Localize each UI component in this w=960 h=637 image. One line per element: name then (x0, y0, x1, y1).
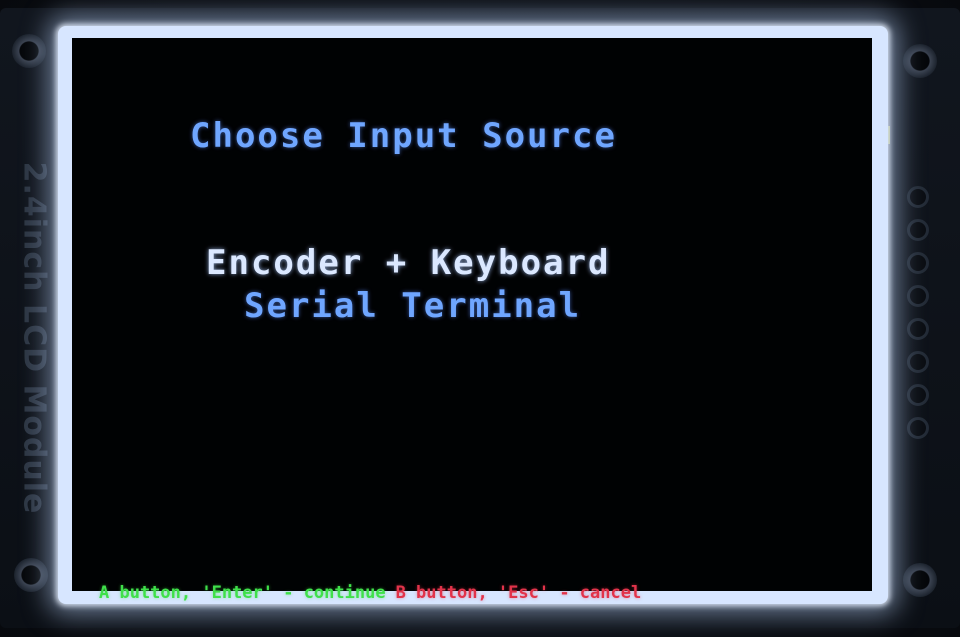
mount-hole-top-right (903, 44, 937, 78)
mount-hole-top-left (12, 34, 46, 68)
pin-hole (907, 285, 929, 307)
pin-hole (907, 219, 929, 241)
pin-hole (907, 351, 929, 373)
pin-hole (907, 318, 929, 340)
continue-hint: A button, 'Enter' - continue (99, 583, 386, 603)
option-serial-terminal[interactable]: Serial Terminal (244, 286, 581, 326)
pin-hole (907, 384, 929, 406)
pin-hole (907, 252, 929, 274)
menu-title: Choose Input Source (190, 116, 617, 156)
pin-hole (907, 417, 929, 439)
mount-hole-bottom-left (14, 558, 48, 592)
option-encoder-keyboard[interactable]: Encoder + Keyboard (206, 243, 610, 283)
lcd-screen: Choose Input Source Encoder + Keyboard S… (72, 38, 872, 603)
board-silkscreen-label: 2.4inch LCD Module (16, 161, 52, 515)
footer-hints: A button, 'Enter' - continue B button, 'E… (99, 583, 641, 603)
header-pins (907, 186, 937, 450)
cancel-hint: B button, 'Esc' - cancel (395, 583, 642, 603)
mount-hole-bottom-right (903, 563, 937, 597)
pin-hole (907, 186, 929, 208)
photo-stage: 2.4inch LCD Module Choose Input Source E… (0, 0, 960, 637)
